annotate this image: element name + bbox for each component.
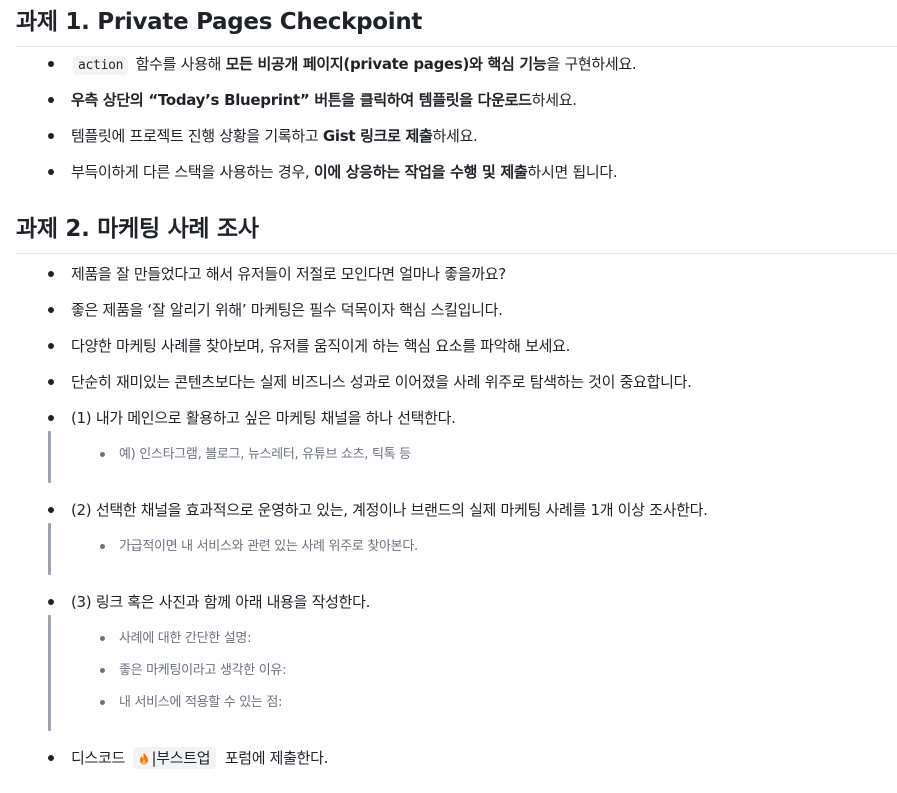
item-text: 디스코드 (71, 749, 130, 767)
bullet (48, 97, 54, 103)
item-bold-text: 우측 상단의 “Today’s Blueprint” 버튼을 클릭하여 템플릿을… (71, 91, 532, 109)
item-text: 제품을 잘 만들었다고 해서 유저들이 저절로 모인다면 얼마나 좋을까요? (71, 265, 506, 283)
step-label: (1) 내가 메인으로 활용하고 싶은 마케팅 채널을 하나 선택한다. (71, 409, 456, 427)
sub-item-text: 사례에 대한 간단한 설명: (119, 631, 252, 646)
bullet (48, 755, 54, 761)
item-text: 을 구현하세요. (546, 55, 637, 73)
item-text: 부득이하게 다른 스택을 사용하는 경우, (71, 163, 314, 181)
section1-heading: 과제 1. Private Pages Checkpoint (16, 2, 897, 47)
bullet (48, 415, 54, 421)
item-text: 다양한 마케팅 사례를 찾아보며, 유저를 움직이게 하는 핵심 요소를 파악해… (71, 337, 571, 355)
item-bold-text: 모든 비공개 페이지(private pages)와 핵심 기능 (225, 55, 547, 73)
bullet (100, 668, 105, 673)
bullet (48, 271, 54, 277)
item-text: 하시면 됩니다. (527, 163, 618, 181)
item-text: 함수를 사용해 (131, 55, 226, 73)
channel-name: |부스트업 (151, 749, 211, 767)
item-text: 하세요. (531, 91, 577, 109)
discord-channel-tag: |부스트업 (133, 747, 217, 769)
sub-item-text: 좋은 마케팅이라고 생각한 이유: (119, 663, 287, 678)
blockquote-bar (48, 431, 51, 483)
item-bold-text: 이에 상응하는 작업을 수행 및 제출 (313, 163, 528, 181)
bullet (48, 379, 54, 385)
item-text: 단순히 재미있는 콘텐츠보다는 실제 비즈니스 성과로 이어졌을 사례 위주로 … (71, 373, 692, 391)
item-text: 템플릿에 프로젝트 진행 상황을 기록하고 (71, 127, 323, 145)
bullet (100, 452, 105, 457)
bullet (100, 544, 105, 549)
bullet (48, 61, 54, 67)
sub-item-text: 내 서비스에 적용할 수 있는 점: (119, 695, 283, 710)
section2-heading: 과제 2. 마케팅 사례 조사 (16, 209, 897, 254)
step-label: (2) 선택한 채널을 효과적으로 운영하고 있는, 계정이나 브랜드의 실제 … (71, 501, 708, 519)
bullet (48, 507, 54, 513)
blockquote-bar (48, 615, 51, 731)
bullet (48, 599, 54, 605)
item-text: 좋은 제품을 ‘잘 알리기 위해’ 마케팅은 필수 덕목이자 핵심 스킬입니다. (71, 301, 503, 319)
bullet (48, 169, 54, 175)
assignment-document: 과제 1. Private Pages Checkpoint action 함수… (0, 0, 897, 793)
item-text: 하세요. (432, 127, 478, 145)
bullet (48, 343, 54, 349)
bullet (100, 700, 105, 705)
bullet (48, 307, 54, 313)
bullet (48, 133, 54, 139)
sub-item-text: 예) 인스타그램, 블로그, 뉴스레터, 유튜브 쇼츠, 틱톡 등 (119, 447, 411, 462)
fire-emoji-icon (140, 752, 149, 765)
step-label: (3) 링크 혹은 사진과 함께 아래 내용을 작성한다. (71, 593, 371, 611)
bullet (100, 636, 105, 641)
item-bold-text: Gist 링크로 제출 (322, 127, 433, 145)
sub-item-text: 가급적이면 내 서비스와 관련 있는 사례 위주로 찾아본다. (119, 539, 418, 554)
item-text: 포럼에 제출한다. (220, 749, 329, 767)
blockquote-bar (48, 523, 51, 575)
inline-code: action (73, 56, 129, 75)
